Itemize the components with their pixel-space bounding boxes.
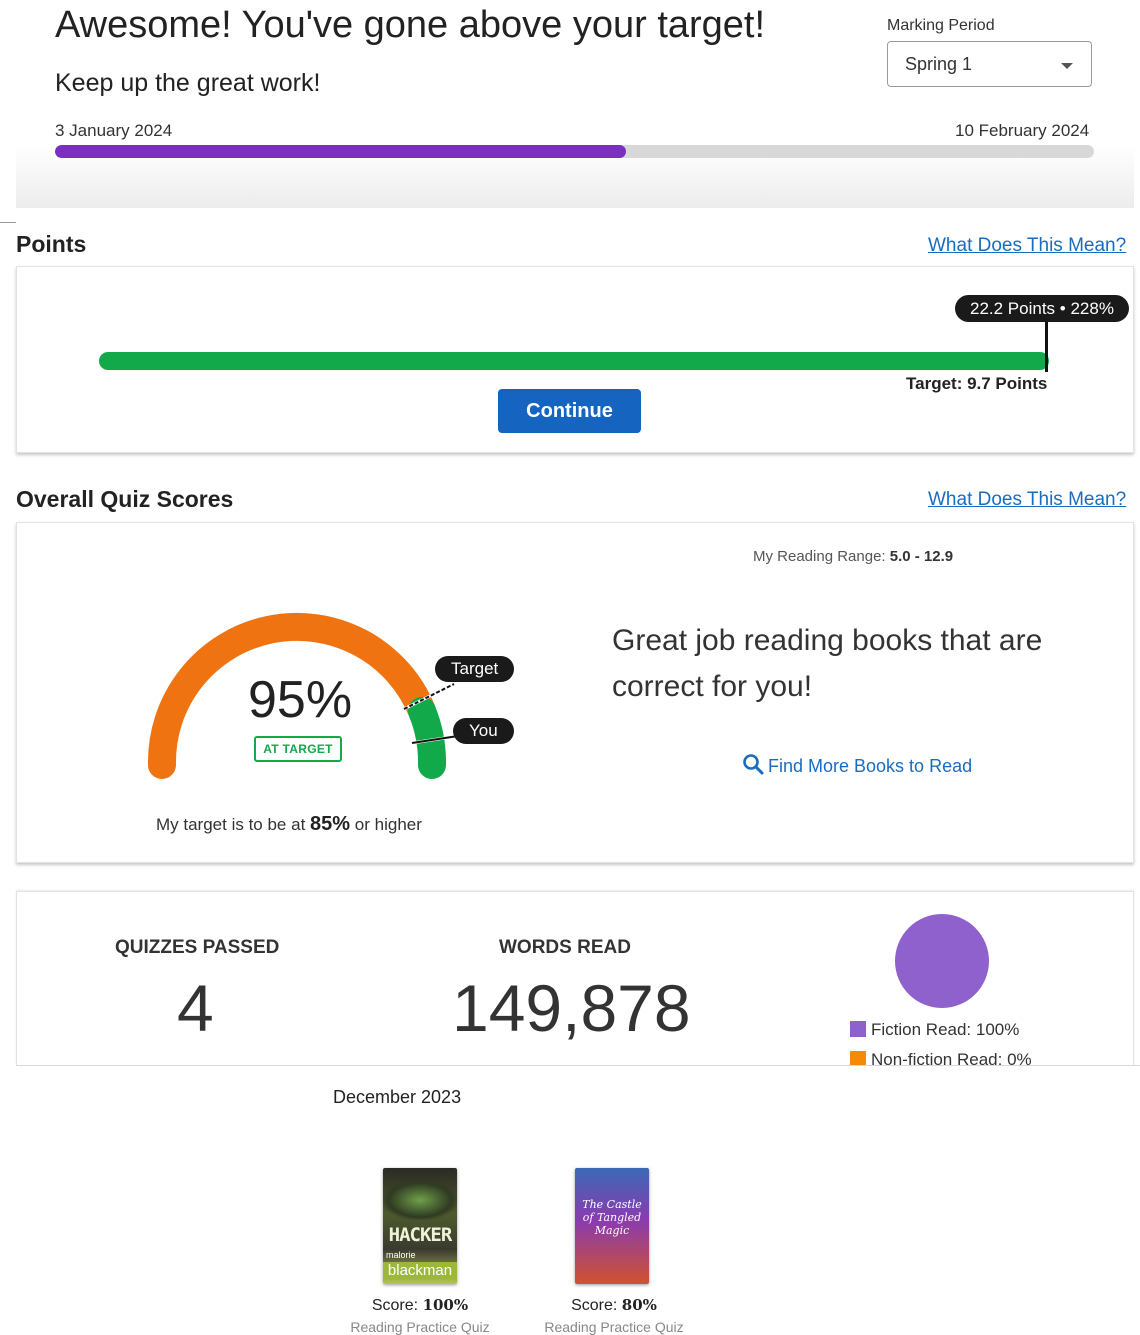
cover-title: HACKER xyxy=(388,1224,453,1246)
target-sentence-value: 85% xyxy=(310,813,351,835)
fiction-pie-chart xyxy=(895,914,989,1008)
book-cover-castle[interactable]: The Castle of Tangled Magic xyxy=(575,1168,649,1284)
quiz-scores-title: Overall Quiz Scores xyxy=(16,486,234,512)
points-target-marker xyxy=(1045,322,1048,372)
cover-author-last: blackman xyxy=(383,1262,457,1279)
book-cover-hacker[interactable]: HACKER malorie blackman xyxy=(383,1168,457,1284)
eye-image xyxy=(383,1180,457,1220)
quizzes-passed-label: QUIZZES PASSED xyxy=(115,937,280,958)
book-score: Score: 80% xyxy=(534,1296,694,1315)
marking-period-label: Marking Period xyxy=(887,17,995,34)
marking-period-select[interactable]: Spring 1 xyxy=(887,41,1092,87)
divider xyxy=(0,222,16,223)
target-sentence: My target is to be at 85% or higher xyxy=(156,813,422,836)
book-score-value: 100% xyxy=(422,1296,469,1314)
target-sentence-pre: My target is to be at xyxy=(156,815,306,834)
book-quiz-type: Reading Practice Quiz xyxy=(544,1319,684,1335)
book-score-label: Score: xyxy=(571,1297,618,1314)
points-target-label: Target: 9.7 Points xyxy=(906,374,1048,393)
quiz-help-link[interactable]: What Does This Mean? xyxy=(928,489,1126,511)
reading-range: My Reading Range: 5.0 - 12.9 xyxy=(753,548,953,565)
book-quiz-type: Reading Practice Quiz xyxy=(350,1319,490,1335)
chevron-down-icon xyxy=(1061,63,1073,69)
legend-fiction-label: Fiction Read: 100% xyxy=(871,1020,1020,1039)
month-heading: December 2023 xyxy=(333,1087,462,1107)
legend-swatch-fiction xyxy=(850,1021,866,1037)
page-subheadline: Keep up the great work! xyxy=(55,69,321,97)
book-score-label: Score: xyxy=(371,1297,419,1314)
search-icon xyxy=(743,754,764,775)
find-books-link[interactable]: Find More Books to Read xyxy=(742,753,972,777)
gauge-you-tag: You xyxy=(453,718,514,744)
points-title: Points xyxy=(16,231,87,257)
gauge-green-arc xyxy=(408,697,447,779)
reading-range-value: 5.0 - 12.9 xyxy=(889,548,954,565)
continue-button[interactable]: Continue xyxy=(498,389,641,433)
points-progress-bar xyxy=(99,352,1049,370)
status-badge: AT TARGET xyxy=(254,736,342,762)
period-progress-fill xyxy=(55,145,627,158)
book-score: Score: 100% xyxy=(340,1296,500,1315)
words-read-label: WORDS READ xyxy=(499,937,631,958)
legend-fiction: Fiction Read: 100% xyxy=(850,1020,1019,1040)
cover-title: The Castle of Tangled Magic xyxy=(582,1198,642,1237)
gauge-target-tag: Target xyxy=(435,656,515,682)
points-value-pill: 22.2 Points • 228% xyxy=(955,295,1129,322)
points-help-link[interactable]: What Does This Mean? xyxy=(928,235,1126,257)
pie-slice-fiction xyxy=(895,914,989,1008)
quiz-message: Great job reading books that are correct… xyxy=(612,624,1043,703)
words-read-value: 149,878 xyxy=(452,971,691,1045)
page-headline: Awesome! You've gone above your target! xyxy=(55,4,766,46)
find-books-label: Find More Books to Read xyxy=(768,756,973,776)
book-score-value: 80% xyxy=(621,1296,657,1314)
quiz-percent: 95% xyxy=(248,671,353,729)
period-progress-track xyxy=(55,145,1094,158)
quizzes-passed-value: 4 xyxy=(177,971,214,1045)
reading-range-label: My Reading Range: xyxy=(753,548,886,565)
marking-period-value: Spring 1 xyxy=(905,54,973,74)
target-sentence-post: or higher xyxy=(354,815,422,834)
cover-author-first: malorie xyxy=(386,1250,416,1260)
period-start-date: 3 January 2024 xyxy=(55,121,173,140)
period-end-date: 10 February 2024 xyxy=(955,121,1090,140)
